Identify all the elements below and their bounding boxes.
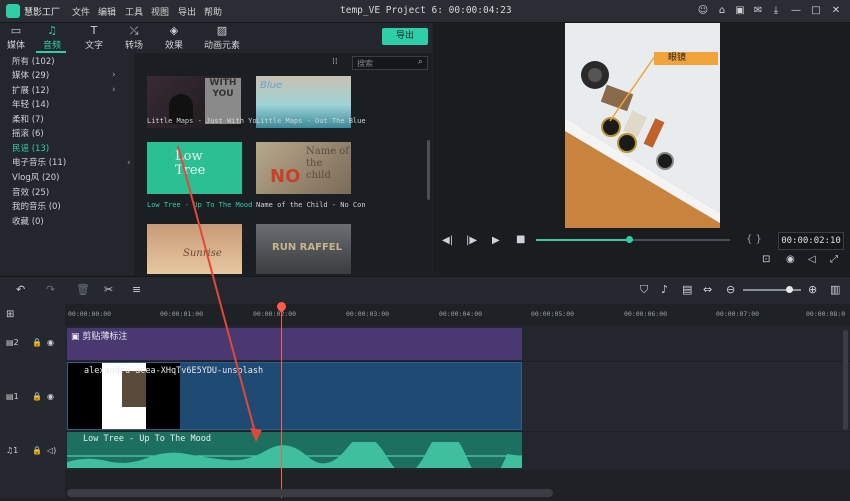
timeline-vertical-scrollbar[interactable] <box>843 330 848 430</box>
playhead-line[interactable] <box>281 310 282 498</box>
timeline-horizontal-scrollbar[interactable] <box>67 489 553 497</box>
drag-arrow <box>177 145 262 442</box>
